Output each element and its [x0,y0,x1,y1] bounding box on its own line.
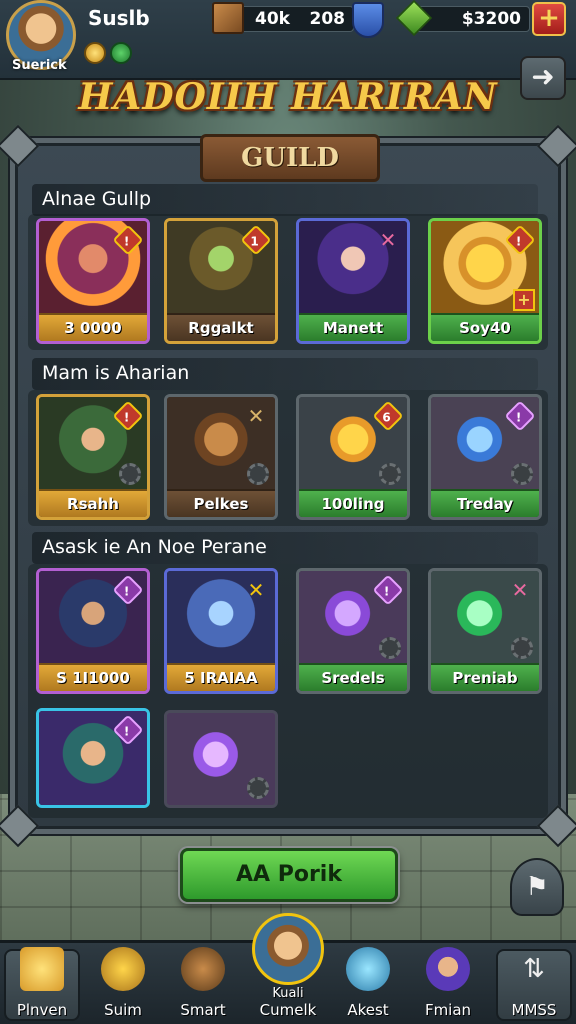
bottom-nav: Plnven Suim Smart Kuali Cumelk Akest Fmi… [0,913,576,1024]
card-label: Rsahh [39,489,147,517]
gear-robot-icon [181,947,225,991]
nav-label: Smart [180,1001,226,1019]
gear-icon [511,463,533,485]
nav-label: Fmian [424,1001,472,1019]
crystal-icon [346,947,390,991]
card-label: 5 IRAIAA [167,663,275,691]
close-x-icon[interactable]: ✕ [240,574,271,605]
shield-energy-icon [352,2,384,38]
item-card[interactable]: ! Treday [428,394,542,520]
gold-coin-icon [84,42,106,64]
item-card[interactable]: ✕ Preniab [428,568,542,694]
nav-item-suim[interactable]: Suim [84,943,162,1024]
bell-icon [101,947,145,991]
item-card[interactable]: ✕ Pelkes [164,394,278,520]
add-currency-button[interactable]: + [532,2,566,36]
gear-icon [247,777,269,799]
clover-icon [110,42,132,64]
gear-icon [247,463,269,485]
close-x-icon[interactable]: ✕ [504,574,535,605]
card-label: S 1I1000 [39,663,147,691]
panel-corner-tr [536,124,576,168]
main-action-button[interactable]: AA Porik [180,848,398,902]
card-label: Preniab [431,663,539,691]
item-card[interactable] [164,710,278,808]
guild-banner: GUILD [200,134,380,182]
close-x-icon[interactable]: ✕ [240,400,271,431]
hero-card[interactable]: ! 3 0000 [36,218,150,344]
card-label: Pelkes [167,489,275,517]
card-label: 100ling [299,489,407,517]
card-label: Sredels [299,663,407,691]
nav-label: Plnven [16,1001,68,1019]
flag-icon[interactable]: ⚑ [510,858,564,916]
gear-icon [379,637,401,659]
section-title: Asask ie An Noe Perane [32,532,538,564]
gold-amount: $3200 [461,9,521,29]
section-title: Mam is Aharian [32,358,538,390]
nav-item-plnven[interactable]: Plnven [4,943,80,1024]
player-subname: Suerick [12,58,67,73]
item-card[interactable]: ! + Soy40 [428,218,542,344]
hero-card[interactable]: ! Rsahh [36,394,150,520]
nav-item-smart[interactable]: Smart [164,943,242,1024]
gear-icon [511,637,533,659]
section-title: Alnae Gullp [32,184,538,216]
nav-label: Akest [347,1001,389,1019]
crate-count: 40k [255,9,290,29]
top-bar: Suslb Suerick 40k 208 $3200 + [0,0,576,80]
hero-card[interactable]: ✕ ♥ 5 IRAIAA [164,568,278,694]
game-title: HADOIIH HARIRAN [78,76,498,118]
panel-corner-tl [0,124,40,168]
hero-card[interactable]: ✕ Manett [296,218,410,344]
item-card[interactable]: 6 100ling [296,394,410,520]
cheese-icon [20,947,64,991]
nav-label: Cumelk [259,1001,317,1019]
nav-label: Suim [104,1001,142,1019]
character-icon [426,947,470,991]
gear-icon [119,463,141,485]
gear-icon [379,463,401,485]
close-x-icon[interactable]: ✕ [372,224,403,255]
energy-count: 208 [309,9,346,29]
hero-card[interactable]: ! S 1I1000 [36,568,150,694]
hero-portrait-icon [252,913,324,985]
plus-icon[interactable]: + [513,289,535,311]
card-label: Soy40 [431,313,539,341]
crate-icon [212,2,244,34]
nav-label-top: Kuali [272,986,304,1001]
hero-card[interactable]: ! [36,708,150,808]
nav-item-mmss[interactable]: ⇅ MMSS [496,943,572,1024]
card-label: Treday [431,489,539,517]
card-label: Rggalkt [167,313,275,341]
nav-label: MMSS [511,1001,557,1019]
hero-card[interactable]: 1 Rggalkt [164,218,278,344]
stats-icon: ⇅ [523,954,545,984]
card-label: Manett [299,313,407,341]
item-card[interactable]: ! Sredels [296,568,410,694]
player-name: Suslb [88,6,150,30]
nav-item-akest[interactable]: Akest [330,943,406,1024]
nav-item-cumelk[interactable]: Kuali Cumelk [246,913,330,1024]
nav-item-fmian[interactable]: Fmian [410,943,486,1024]
card-label: 3 0000 [39,313,147,341]
